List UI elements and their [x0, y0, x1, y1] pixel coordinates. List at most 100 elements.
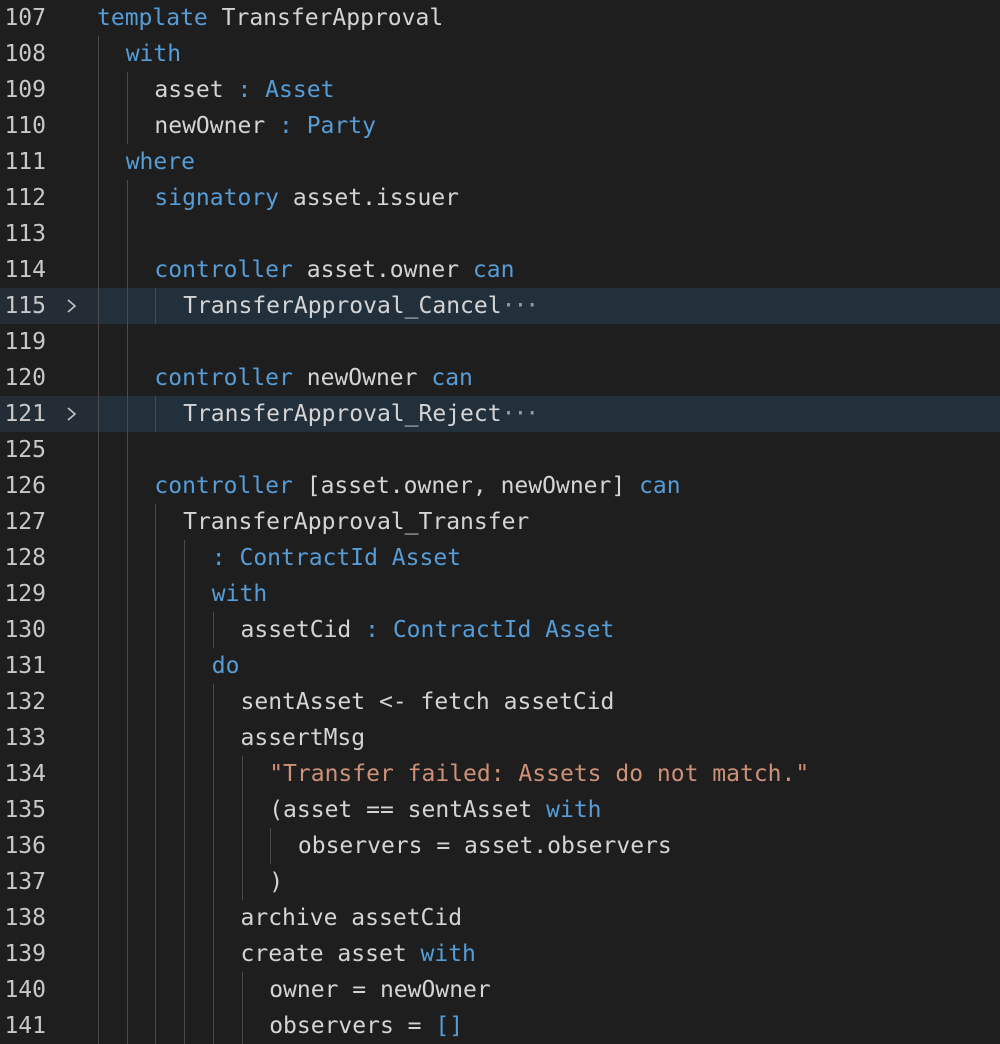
line-number: 129 — [4, 581, 46, 607]
indent-guide — [155, 756, 157, 792]
indent-guide — [212, 612, 214, 648]
code-line[interactable]: 108 with — [0, 36, 1000, 72]
code-line[interactable]: 134 "Transfer failed: Assets do not match… — [0, 756, 1000, 792]
indent-guide — [184, 540, 186, 576]
indent-guide — [98, 252, 99, 288]
chevron-right-icon[interactable] — [64, 288, 84, 324]
code-line[interactable]: 113 — [0, 216, 1000, 252]
line-number: 114 — [4, 257, 46, 283]
code-line[interactable]: 125 — [0, 432, 1000, 468]
code-token: : Asset — [237, 77, 335, 103]
indent-guide — [98, 288, 99, 324]
code-line[interactable]: 126 controller [asset.owner, newOwner] ca… — [0, 468, 1000, 504]
indent-guide — [126, 612, 128, 648]
code-line[interactable]: 130 assetCid : ContractId Asset — [0, 612, 1000, 648]
code-token: (asset == sentAsset — [269, 797, 547, 823]
indent-guide — [212, 864, 214, 900]
line-number: 136 — [4, 833, 46, 859]
line-number: 113 — [4, 221, 46, 247]
code-text: : ContractId Asset — [212, 540, 461, 576]
code-line[interactable]: 129 with — [0, 576, 1000, 612]
line-number: 115 — [4, 293, 46, 319]
code-token: observers = asset.observers — [297, 833, 672, 859]
code-line[interactable]: 111 where — [0, 144, 1000, 180]
code-content: archive assetCid — [97, 900, 1000, 936]
indent-guide — [126, 288, 128, 324]
indent-guide — [155, 828, 157, 864]
indent-guide — [155, 288, 157, 324]
ellipsis-icon[interactable]: ··· — [502, 401, 540, 427]
code-line[interactable]: 137) — [0, 864, 1000, 900]
code-token: where — [125, 149, 195, 175]
ellipsis-icon[interactable]: ··· — [502, 293, 540, 319]
code-line[interactable]: 112 signatory asset.issuer — [0, 180, 1000, 216]
code-content: signatory asset.issuer — [97, 180, 1000, 216]
indent-guide — [212, 1008, 214, 1044]
code-line[interactable]: 136 observers = asset.observers — [0, 828, 1000, 864]
indent-guide — [98, 756, 99, 792]
code-text: TransferApproval_Reject··· — [183, 396, 540, 432]
indent-guide — [126, 936, 128, 972]
code-line[interactable]: 114 controller asset.owner can — [0, 252, 1000, 288]
code-token: newOwner — [292, 365, 432, 391]
code-line[interactable]: 121 TransferApproval_Reject··· — [0, 396, 1000, 432]
code-content — [97, 432, 1000, 468]
indent-guide — [126, 900, 128, 936]
code-line[interactable]: 128: ContractId Asset — [0, 540, 1000, 576]
code-line[interactable]: 119 — [0, 324, 1000, 360]
line-number: 141 — [4, 1013, 46, 1039]
indent-guide — [126, 432, 128, 468]
code-line[interactable]: 138 archive assetCid — [0, 900, 1000, 936]
code-line[interactable]: 131 do — [0, 648, 1000, 684]
code-content: observers = asset.observers — [97, 828, 1000, 864]
code-token: signatory — [154, 185, 280, 211]
indent-guide — [126, 108, 128, 144]
indent-guide — [155, 1008, 157, 1044]
code-content: "Transfer failed: Assets do not match." — [97, 756, 1000, 792]
code-token: can — [431, 365, 473, 391]
chevron-right-icon[interactable] — [64, 396, 84, 432]
code-line[interactable]: 107 template TransferApproval — [0, 0, 1000, 36]
code-text: observers = [] — [269, 1008, 463, 1044]
code-token: with — [546, 797, 602, 823]
indent-guide — [98, 900, 99, 936]
code-line[interactable]: 141 observers = [] — [0, 1008, 1000, 1044]
code-token: : Party — [279, 113, 376, 139]
line-number: 125 — [4, 437, 46, 463]
code-token: owner = newOwner — [269, 977, 491, 1003]
indent-guide — [98, 540, 99, 576]
code-text: archive assetCid — [241, 900, 463, 936]
code-line[interactable]: 120 controller newOwner can — [0, 360, 1000, 396]
code-content: controller [asset.owner, newOwner] can — [97, 468, 1000, 504]
indent-guide — [126, 684, 128, 720]
code-text: where — [126, 144, 195, 180]
line-number: 119 — [4, 329, 46, 355]
code-line[interactable]: 109 asset : Asset — [0, 72, 1000, 108]
code-line[interactable]: 139 create asset with — [0, 936, 1000, 972]
line-number: 132 — [4, 689, 46, 715]
indent-guide — [212, 720, 214, 756]
indent-guide — [184, 900, 186, 936]
code-editor[interactable]: 107 template TransferApproval 108 with 109 as… — [0, 0, 1000, 1044]
code-line[interactable]: 135 (asset == sentAsset with — [0, 792, 1000, 828]
code-content: newOwner : Party — [97, 108, 1000, 144]
indent-guide — [98, 144, 99, 180]
code-token: do — [211, 653, 240, 679]
indent-guide — [212, 900, 214, 936]
indent-guide — [126, 504, 128, 540]
code-line[interactable]: 127 TransferApproval_Transfer — [0, 504, 1000, 540]
code-content: TransferApproval_Transfer — [97, 504, 1000, 540]
code-content: asset : Asset — [97, 72, 1000, 108]
indent-guide — [155, 648, 157, 684]
indent-guide — [155, 504, 157, 540]
indent-guide — [212, 792, 214, 828]
indent-guide — [155, 936, 157, 972]
indent-guide — [98, 720, 99, 756]
code-line[interactable]: 132 sentAsset <- fetch assetCid — [0, 684, 1000, 720]
indent-guide — [184, 756, 186, 792]
code-line[interactable]: 133 assertMsg — [0, 720, 1000, 756]
code-line[interactable]: 110 newOwner : Party — [0, 108, 1000, 144]
indent-guide — [98, 72, 99, 108]
code-line[interactable]: 140 owner = newOwner — [0, 972, 1000, 1008]
code-line[interactable]: 115 TransferApproval_Cancel··· — [0, 288, 1000, 324]
